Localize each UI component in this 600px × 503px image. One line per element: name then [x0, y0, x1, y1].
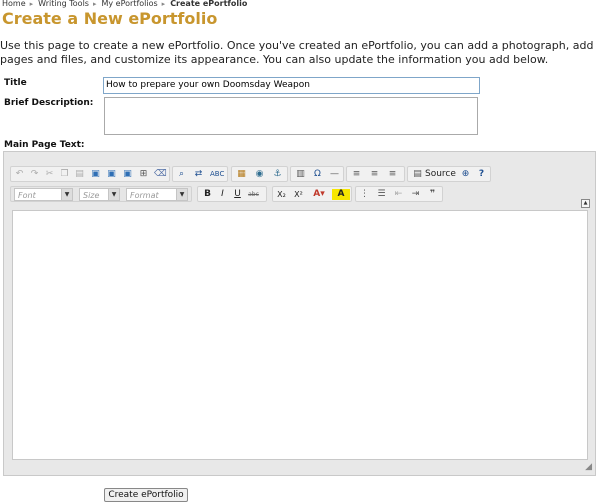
- spellcheck-icon[interactable]: ABC: [210, 169, 224, 180]
- collapse-toolbar-icon[interactable]: ▲: [581, 199, 590, 208]
- format-select[interactable]: Format ▼: [126, 188, 188, 201]
- toolbar-group-basic-style: B I U abc: [197, 186, 267, 202]
- chevron-down-icon: ▼: [176, 189, 187, 200]
- title-label: Title: [4, 78, 27, 88]
- table-icon[interactable]: ▥: [295, 169, 306, 180]
- description-label: Brief Description:: [4, 98, 94, 108]
- main-text-label: Main Page Text:: [4, 140, 85, 150]
- help-icon[interactable]: ?: [476, 169, 487, 180]
- cut-icon[interactable]: ✂: [44, 169, 55, 180]
- paste-text-icon[interactable]: ▣: [90, 169, 101, 180]
- bulleted-list-icon[interactable]: ☰: [376, 189, 387, 200]
- breadcrumb-current: Create ePortfolio: [170, 0, 248, 8]
- flash-icon[interactable]: ◉: [254, 169, 265, 180]
- text-color-icon[interactable]: A▾: [310, 189, 328, 200]
- select-all-icon[interactable]: ⊞: [138, 169, 149, 180]
- paste-special-icon[interactable]: ▣: [122, 169, 133, 180]
- indent-icon[interactable]: ⇥: [410, 189, 421, 200]
- italic-icon[interactable]: I: [217, 189, 228, 200]
- numbered-list-icon[interactable]: ⋮: [359, 189, 370, 200]
- size-placeholder: Size: [83, 191, 100, 200]
- toolbar-group-lists: ⋮ ☰ ⇤ ⇥ ❞: [355, 186, 443, 202]
- find-icon[interactable]: ⌕: [176, 169, 187, 180]
- background-color-icon[interactable]: A: [332, 189, 350, 200]
- editor-content-area[interactable]: [12, 210, 588, 460]
- breadcrumb-writing-tools[interactable]: Writing Tools: [38, 0, 89, 8]
- image-icon[interactable]: ▦: [236, 169, 247, 180]
- toolbar-group-styles: Font ▼ Size ▼ Format ▼: [10, 186, 192, 202]
- replace-icon[interactable]: ⇄: [193, 169, 204, 180]
- breadcrumb: Home ▸ Writing Tools ▸ My ePortfolios ▸ Create…: [2, 0, 247, 8]
- paste-icon[interactable]: ▤: [74, 169, 85, 180]
- create-eportfolio-button[interactable]: Create ePortfolio: [104, 488, 188, 502]
- align-left-icon[interactable]: ≡: [351, 169, 362, 180]
- font-select[interactable]: Font ▼: [14, 188, 73, 201]
- toolbar-group-insert: ▥ Ω —: [290, 166, 344, 182]
- breadcrumb-separator-icon: ▸: [161, 0, 166, 8]
- toolbar-group-insert-media: ▦ ◉ ⚓: [231, 166, 288, 182]
- font-placeholder: Font: [18, 191, 36, 200]
- format-placeholder: Format: [130, 191, 159, 200]
- outdent-icon[interactable]: ⇤: [393, 189, 404, 200]
- source-button[interactable]: Source: [425, 168, 456, 181]
- undo-icon[interactable]: ↶: [14, 169, 25, 180]
- subscript-icon[interactable]: X₂: [276, 189, 287, 200]
- horizontal-rule-icon[interactable]: —: [329, 169, 340, 180]
- source-icon[interactable]: ▤: [412, 169, 423, 180]
- toolbar-group-find: ⌕ ⇄ ABC: [172, 166, 228, 182]
- special-char-icon[interactable]: Ω: [312, 169, 323, 180]
- paste-word-icon[interactable]: ▣: [106, 169, 117, 180]
- align-center-icon[interactable]: ≡: [369, 169, 380, 180]
- align-right-icon[interactable]: ≡: [387, 169, 398, 180]
- title-input[interactable]: [103, 77, 480, 94]
- toolbar-group-clipboard: ↶ ↷ ✂ ❐ ▤ ▣ ▣ ▣ ⊞ ⌫: [10, 166, 170, 182]
- size-select[interactable]: Size ▼: [79, 188, 120, 201]
- bold-icon[interactable]: B: [202, 189, 213, 200]
- resize-grip-icon[interactable]: ◢: [585, 463, 592, 472]
- breadcrumb-separator-icon: ▸: [92, 0, 97, 8]
- preview-icon[interactable]: ⊕: [460, 169, 471, 180]
- underline-icon[interactable]: U: [232, 189, 243, 200]
- remove-format-icon[interactable]: ⌫: [154, 169, 167, 180]
- toolbar-group-source: ▤ Source ⊕ ?: [407, 166, 491, 182]
- toolbar-group-script-color: X₂ X² A▾ A: [272, 186, 352, 202]
- redo-icon[interactable]: ↷: [29, 169, 40, 180]
- blockquote-icon[interactable]: ❞: [427, 189, 438, 200]
- page-intro: Use this page to create a new ePortfolio…: [0, 39, 594, 66]
- chevron-down-icon: ▼: [61, 189, 72, 200]
- anchor-icon[interactable]: ⚓: [272, 169, 283, 180]
- toolbar-group-align: ≡ ≡ ≡: [346, 166, 405, 182]
- breadcrumb-home[interactable]: Home: [2, 0, 26, 8]
- breadcrumb-separator-icon: ▸: [29, 0, 34, 8]
- superscript-icon[interactable]: X²: [293, 189, 304, 200]
- strikethrough-icon[interactable]: abc: [248, 189, 259, 200]
- rich-text-editor: ↶ ↷ ✂ ❐ ▤ ▣ ▣ ▣ ⊞ ⌫ ⌕ ⇄ ABC ▦ ◉ ⚓ ▥ Ω — …: [3, 151, 596, 476]
- copy-icon[interactable]: ❐: [59, 169, 70, 180]
- page-title: Create a New ePortfolio: [2, 9, 218, 28]
- description-input[interactable]: [104, 97, 478, 135]
- chevron-down-icon: ▼: [108, 189, 119, 200]
- breadcrumb-my-eportfolios[interactable]: My ePortfolios: [101, 0, 157, 8]
